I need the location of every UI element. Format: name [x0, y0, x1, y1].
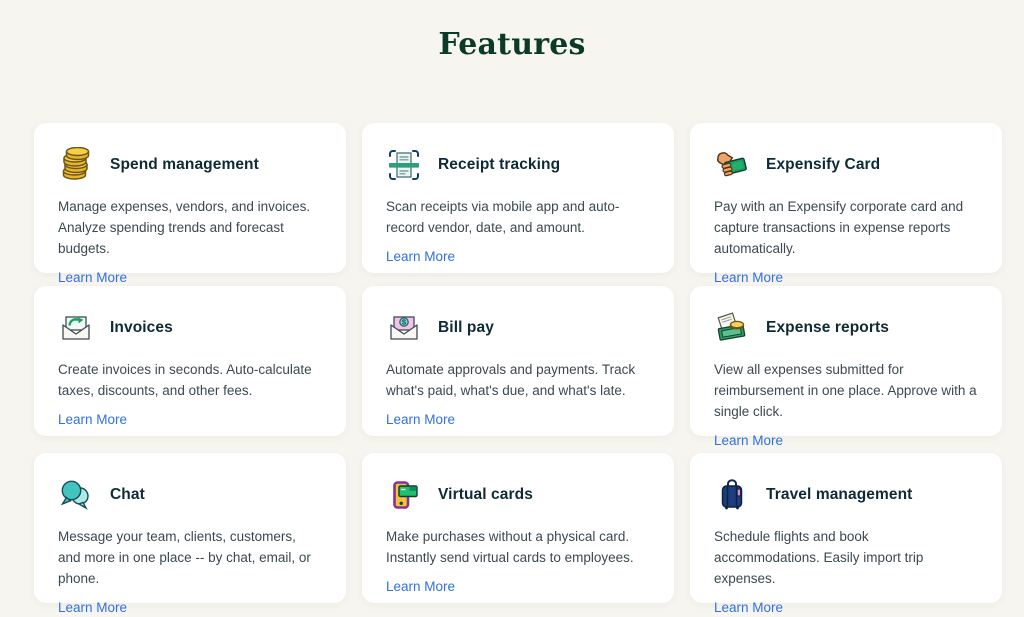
- card-header: Virtual cards: [386, 476, 650, 514]
- card-header: Travel management: [714, 476, 978, 514]
- learn-more-link[interactable]: Learn More: [714, 433, 783, 448]
- coins-icon: [58, 147, 94, 183]
- suitcase-icon: [714, 477, 750, 513]
- feature-description: Manage expenses, vendors, and invoices. …: [58, 196, 322, 259]
- feature-card-expensify-card: Expensify Card Pay with an Expensify cor…: [690, 123, 1002, 273]
- card-header: Invoices: [58, 309, 322, 347]
- feature-card-receipt-tracking: Receipt tracking Scan receipts via mobil…: [362, 123, 674, 273]
- card-header: Expense reports: [714, 309, 978, 347]
- feature-title: Spend management: [110, 156, 259, 174]
- card-header: Receipt tracking: [386, 146, 650, 184]
- feature-description: Schedule flights and book accommodations…: [714, 526, 978, 589]
- feature-description: Automate approvals and payments. Track w…: [386, 359, 650, 401]
- feature-card-virtual-cards: Virtual cards Make purchases without a p…: [362, 453, 674, 603]
- feature-title: Receipt tracking: [438, 156, 560, 174]
- learn-more-link[interactable]: Learn More: [58, 412, 127, 427]
- bill-envelope-icon: $: [386, 310, 422, 346]
- feature-description: View all expenses submitted for reimburs…: [714, 359, 978, 422]
- card-header: Expensify Card: [714, 146, 978, 184]
- learn-more-link[interactable]: Learn More: [58, 270, 127, 285]
- feature-title: Expense reports: [766, 319, 889, 337]
- invoice-envelope-icon: [58, 310, 94, 346]
- feature-description: Make purchases without a physical card. …: [386, 526, 650, 568]
- feature-card-expense-reports: Expense reports View all expenses submit…: [690, 286, 1002, 436]
- learn-more-link[interactable]: Learn More: [714, 600, 783, 615]
- feature-description: Scan receipts via mobile app and auto-re…: [386, 196, 650, 238]
- card-header: $ Bill pay: [386, 309, 650, 347]
- money-stack-icon: [714, 310, 750, 346]
- feature-title: Expensify Card: [766, 156, 880, 174]
- features-row-3: Chat Message your team, clients, custome…: [34, 453, 1002, 603]
- learn-more-link[interactable]: Learn More: [386, 579, 455, 594]
- feature-card-travel-management: Travel management Schedule flights and b…: [690, 453, 1002, 603]
- feature-description: Message your team, clients, customers, a…: [58, 526, 322, 589]
- features-row-1: Spend management Manage expenses, vendor…: [34, 123, 1002, 273]
- feature-title: Travel management: [766, 486, 912, 504]
- learn-more-link[interactable]: Learn More: [714, 270, 783, 285]
- feature-description: Create invoices in seconds. Auto-calcula…: [58, 359, 322, 401]
- feature-title: Virtual cards: [438, 486, 533, 504]
- learn-more-link[interactable]: Learn More: [58, 600, 127, 615]
- phone-card-icon: [386, 477, 422, 513]
- features-grid: Spend management Manage expenses, vendor…: [34, 123, 1002, 603]
- page-title: Features: [0, 27, 1024, 62]
- card-header: Spend management: [58, 146, 322, 184]
- feature-title: Bill pay: [438, 319, 494, 337]
- feature-title: Chat: [110, 486, 145, 504]
- feature-card-invoices: Invoices Create invoices in seconds. Aut…: [34, 286, 346, 436]
- card-header: Chat: [58, 476, 322, 514]
- feature-description: Pay with an Expensify corporate card and…: [714, 196, 978, 259]
- hand-card-icon: [714, 147, 750, 183]
- features-row-2: Invoices Create invoices in seconds. Aut…: [34, 286, 1002, 436]
- feature-title: Invoices: [110, 319, 173, 337]
- learn-more-link[interactable]: Learn More: [386, 249, 455, 264]
- feature-card-bill-pay: $ Bill pay Automate approvals and paymen…: [362, 286, 674, 436]
- feature-card-spend-management: Spend management Manage expenses, vendor…: [34, 123, 346, 273]
- feature-card-chat: Chat Message your team, clients, custome…: [34, 453, 346, 603]
- chat-bubbles-icon: [58, 477, 94, 513]
- receipt-scan-icon: [386, 147, 422, 183]
- learn-more-link[interactable]: Learn More: [386, 412, 455, 427]
